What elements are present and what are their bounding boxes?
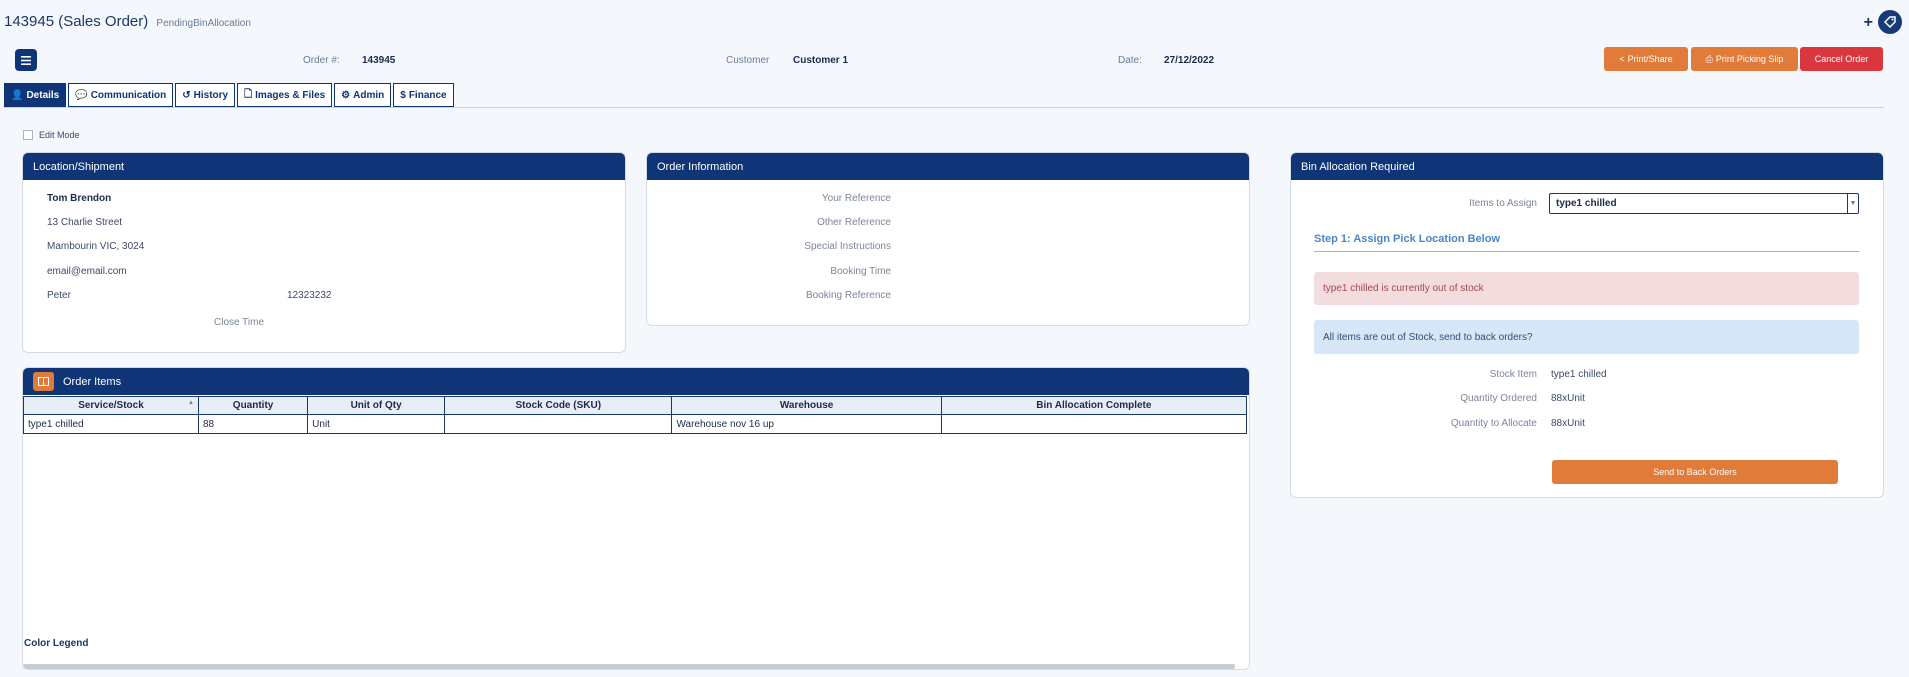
column-header[interactable]: Stock Code (SKU) xyxy=(444,396,673,415)
other-reference-label: Other Reference xyxy=(817,217,891,228)
order-title: 143945 (Sales Order) xyxy=(4,13,149,30)
comment-icon: 💬 xyxy=(75,89,88,101)
chevron-down-icon[interactable]: ▼ xyxy=(1847,194,1858,213)
location-email: email@email.com xyxy=(47,266,127,277)
tab-label: History xyxy=(193,89,229,101)
color-legend-label: Color Legend xyxy=(24,638,89,649)
order-items-panel: Order Items Service/Stock ▲ Quantity Unit… xyxy=(22,367,1250,670)
tab-finance[interactable]: $ Finance xyxy=(393,83,454,107)
column-header[interactable]: Bin Allocation Complete xyxy=(940,396,1248,415)
items-to-assign-select[interactable]: type1 chilled ▼ xyxy=(1549,193,1859,214)
tab-bar: 👤 Details 💬 Communication ↺ History 🗋 Im… xyxy=(4,83,454,107)
your-reference-label: Your Reference xyxy=(821,193,891,204)
tab-details[interactable]: 👤 Details xyxy=(4,83,67,107)
cancel-order-label: Cancel Order xyxy=(1814,54,1869,64)
step-divider xyxy=(1314,251,1859,252)
table-header-row: Service/Stock ▲ Quantity Unit of Qty Stoc… xyxy=(23,396,1248,415)
tab-label: Images & Files xyxy=(255,89,326,101)
date-value: 27/12/2022 xyxy=(1164,55,1215,66)
page-title: 143945 (Sales Order) PendingBinAllocatio… xyxy=(4,13,251,30)
table-cell[interactable] xyxy=(940,414,1248,434)
items-to-assign-value: type1 chilled xyxy=(1556,198,1617,209)
table-cell[interactable]: Unit xyxy=(307,414,446,434)
history-icon: ↺ xyxy=(182,89,191,101)
quantity-ordered-value: 88xUnit xyxy=(1551,393,1585,404)
quantity-ordered-label: Quantity Ordered xyxy=(1460,393,1537,404)
tab-divider xyxy=(4,107,1884,108)
order-items-title: Order Items xyxy=(63,375,122,388)
location-street: 13 Charlie Street xyxy=(47,217,123,228)
tab-label: Details xyxy=(26,89,60,101)
table-cell[interactable]: 88 xyxy=(197,414,309,434)
add-icon[interactable]: + xyxy=(1864,14,1873,32)
order-number-label: Order #: xyxy=(303,55,340,66)
order-items-header: Order Items xyxy=(23,368,1249,395)
location-panel: Location/Shipment Tom Brendon 13 Charlie… xyxy=(22,152,626,353)
contact-phone: 12323232 xyxy=(287,290,332,301)
customer-value: Customer 1 xyxy=(793,55,849,66)
items-to-assign-label: Items to Assign xyxy=(1469,198,1537,209)
menu-button[interactable] xyxy=(15,49,37,71)
contact-name: Peter xyxy=(47,290,71,301)
tag-icon[interactable] xyxy=(1878,10,1902,34)
hamburger-icon xyxy=(21,55,31,65)
user-icon: 👤 xyxy=(11,89,24,101)
order-information-panel: Order Information Your Reference Other R… xyxy=(646,152,1250,326)
column-header[interactable]: Service/Stock ▲ xyxy=(23,396,199,415)
tab-label: Admin xyxy=(353,89,385,101)
location-name: Tom Brendon xyxy=(47,193,112,204)
edit-mode-label: Edit Mode xyxy=(39,130,80,140)
out-of-stock-alert: type1 chilled is currently out of stock xyxy=(1314,272,1859,305)
tab-history[interactable]: ↺ History xyxy=(175,83,236,107)
location-suburb: Mambourin VIC, 3024 xyxy=(47,241,145,252)
file-icon: 🗋 xyxy=(244,88,253,100)
cancel-order-button[interactable]: Cancel Order xyxy=(1800,47,1883,71)
stock-item-label: Stock Item xyxy=(1489,369,1537,380)
column-header[interactable]: Quantity xyxy=(197,396,309,415)
tab-admin[interactable]: ⚙ Admin xyxy=(334,83,392,107)
order-number-value: 143945 xyxy=(362,55,396,66)
print-picking-label: Print Picking Slip xyxy=(1715,54,1784,64)
close-time-label: Close Time xyxy=(214,317,265,328)
print-share-label: Print/Share xyxy=(1627,54,1673,64)
tab-images-files[interactable]: 🗋 Images & Files xyxy=(237,83,333,107)
booking-time-label: Booking Time xyxy=(830,266,891,277)
gear-icon: ⚙ xyxy=(341,89,351,101)
table-cell[interactable]: type1 chilled xyxy=(23,414,199,434)
back-order-alert: All items are out of Stock, send to back… xyxy=(1314,320,1859,354)
customer-label: Customer xyxy=(726,55,770,66)
column-header[interactable]: Warehouse xyxy=(671,396,942,415)
location-panel-header: Location/Shipment xyxy=(23,153,625,180)
tab-label: Finance xyxy=(408,89,447,101)
order-items-table: Service/Stock ▲ Quantity Unit of Qty Stoc… xyxy=(23,396,1248,434)
bin-allocation-panel: Bin Allocation Required Items to Assign … xyxy=(1290,152,1884,498)
table-row[interactable]: type1 chilled 88 Unit Warehouse nov 16 u… xyxy=(23,414,1248,434)
step-title: Step 1: Assign Pick Location Below xyxy=(1314,233,1501,245)
quantity-allocate-value: 88xUnit xyxy=(1551,418,1585,429)
special-instructions-label: Special Instructions xyxy=(804,241,891,252)
send-to-back-orders-button[interactable]: Send to Back Orders xyxy=(1552,460,1838,484)
table-cell[interactable] xyxy=(444,414,673,434)
column-header[interactable]: Unit of Qty xyxy=(307,396,446,415)
date-label: Date: xyxy=(1118,55,1142,66)
edit-mode-toggle[interactable]: Edit Mode xyxy=(23,130,80,140)
edit-mode-checkbox[interactable] xyxy=(23,130,33,140)
print-picking-slip-button[interactable]: ⎙ Print Picking Slip xyxy=(1691,47,1798,71)
share-icon: < xyxy=(1619,54,1625,64)
tab-label: Communication xyxy=(90,89,167,101)
sort-icon[interactable]: ▲ xyxy=(188,400,194,406)
print-share-button[interactable]: < Print/Share xyxy=(1604,47,1688,71)
columns-icon[interactable] xyxy=(33,372,54,391)
status-text: PendingBinAllocation xyxy=(156,18,251,29)
order-information-header: Order Information xyxy=(647,153,1249,180)
print-icon: ⎙ xyxy=(1705,53,1713,64)
dollar-icon: $ xyxy=(400,89,406,101)
tab-communication[interactable]: 💬 Communication xyxy=(68,83,174,107)
horizontal-scrollbar[interactable] xyxy=(23,664,1235,669)
quantity-allocate-label: Quantity to Allocate xyxy=(1450,418,1537,429)
bin-allocation-header: Bin Allocation Required xyxy=(1291,153,1883,180)
table-cell[interactable]: Warehouse nov 16 up xyxy=(671,414,942,434)
booking-reference-label: Booking Reference xyxy=(805,290,891,301)
stock-item-value: type1 chilled xyxy=(1551,369,1607,380)
